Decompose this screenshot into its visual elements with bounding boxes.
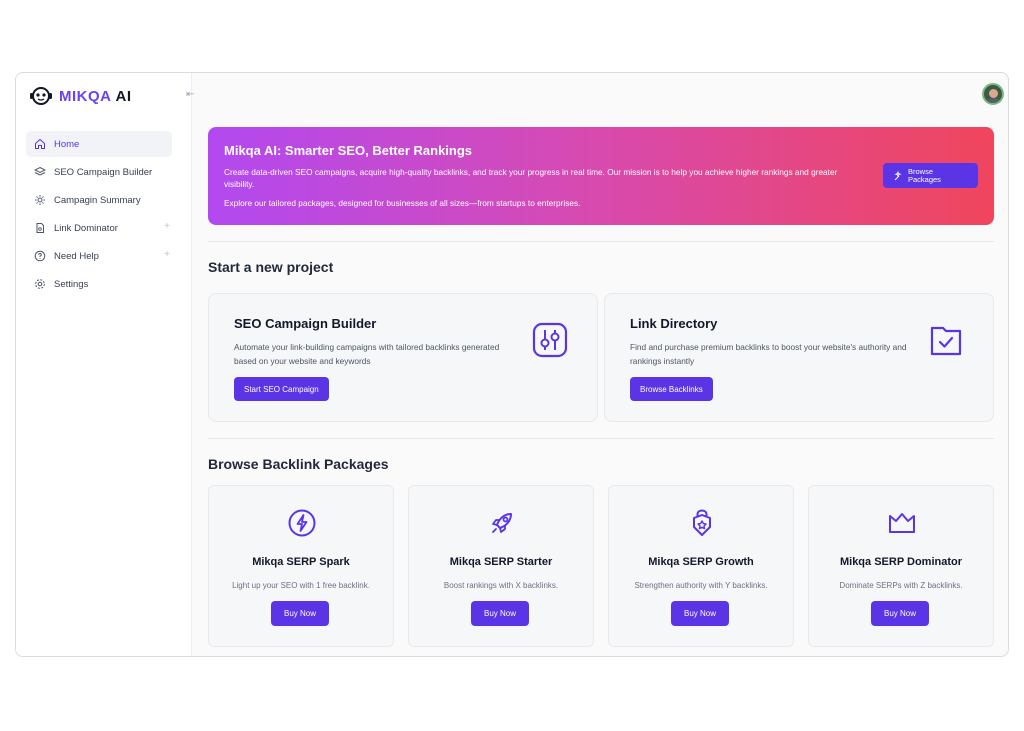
button-line-2: Packages — [908, 174, 941, 184]
package-description: Dominate SERPs with Z backlinks. — [839, 581, 963, 590]
crown-icon — [889, 513, 915, 533]
hero-subtext: Explore our tailored packages, designed … — [224, 198, 581, 208]
avatar[interactable] — [982, 83, 1004, 105]
sidebar-item-label: Need Help — [54, 250, 99, 262]
settings-gear-icon — [35, 195, 45, 205]
card-title: Link Directory — [630, 316, 718, 331]
package-name: Mikqa SERP Growth — [648, 556, 754, 568]
rocket-icon — [492, 513, 512, 533]
section-divider — [208, 438, 994, 439]
start-project-title: Start a new project — [208, 259, 334, 275]
browse-backlinks-button[interactable]: Browse Backlinks — [630, 377, 713, 401]
package-description: Light up your SEO with 1 free backlink. — [232, 581, 370, 590]
sidebar-item-label: SEO Campaign Builder — [54, 166, 153, 178]
app-window: MIKQA AI Home SEO Campaign Builder Campag… — [15, 72, 1009, 657]
section-divider — [208, 241, 994, 242]
sidebar-item-label: Campagin Summary — [54, 194, 141, 206]
sidebar: MIKQA AI Home SEO Campaign Builder Campag… — [16, 73, 192, 656]
home-icon — [35, 138, 45, 149]
gear-icon — [35, 279, 45, 289]
bolt-icon — [288, 509, 316, 537]
seo-campaign-builder-card: SEO Campaign Builder Automate your link-… — [208, 293, 598, 422]
expand-icon[interactable]: + — [164, 249, 170, 260]
sidebar-item-settings[interactable]: Settings — [26, 271, 172, 297]
brand-name: MIKQA — [59, 87, 112, 105]
robot-logo-icon — [30, 87, 52, 105]
sidebar-item-label: Settings — [54, 278, 89, 290]
help-icon — [34, 250, 46, 262]
sidebar-item-label: Home — [54, 138, 80, 150]
sparkle-icon — [894, 170, 902, 180]
sidebar-item-campaign-summary[interactable]: Campagin Summary — [26, 187, 172, 213]
package-description: Strengthen authority with Y backlinks. — [634, 581, 768, 590]
sidebar-item-seo-campaign-builder[interactable]: SEO Campaign Builder — [26, 159, 172, 185]
document-icon — [36, 223, 44, 233]
package-name: Mikqa SERP Starter — [449, 556, 553, 568]
sliders-icon — [532, 322, 568, 358]
browse-packages-label: Browse Packages — [908, 167, 941, 184]
start-seo-campaign-button[interactable]: Start SEO Campaign — [234, 377, 329, 401]
topbar — [192, 73, 1008, 117]
package-card-dominator: Mikqa SERP Dominator Dominate SERPs with… — [808, 485, 994, 647]
layers-icon — [34, 166, 46, 176]
buy-now-button[interactable]: Buy Now — [471, 601, 529, 626]
card-description: Automate your link-building campaigns wi… — [234, 342, 500, 366]
sidebar-nav: Home SEO Campaign Builder Campagin Summa… — [26, 131, 172, 299]
sidebar-item-need-help[interactable]: Need Help + — [26, 243, 172, 269]
buy-now-button[interactable]: Buy Now — [671, 601, 729, 626]
card-title: SEO Campaign Builder — [234, 316, 377, 331]
package-card-growth: Mikqa SERP Growth Strengthen authority w… — [608, 485, 794, 647]
sidebar-item-link-dominator[interactable]: Link Dominator + — [26, 215, 172, 241]
sidebar-item-home[interactable]: Home — [26, 131, 172, 157]
hero-title: Mikqa AI: Smarter SEO, Better Rankings — [224, 143, 473, 158]
brand-suffix: AI — [115, 87, 132, 105]
logo-text: MIKQA AI — [59, 88, 132, 105]
link-directory-card: Link Directory Find and purchase premium… — [604, 293, 994, 422]
folder-check-icon — [930, 326, 962, 356]
package-name: Mikqa SERP Dominator — [839, 556, 963, 568]
lock-badge-icon — [693, 509, 711, 536]
browse-packages-button[interactable]: Browse Packages — [883, 163, 978, 188]
buy-now-button[interactable]: Buy Now — [871, 601, 929, 626]
package-description: Boost rankings with X backlinks. — [443, 581, 559, 590]
expand-icon[interactable]: + — [164, 221, 170, 232]
sidebar-item-label: Link Dominator — [54, 222, 118, 234]
hero-description: Create data-driven SEO campaigns, acquir… — [224, 167, 838, 189]
package-card-spark: Mikqa SERP Spark Light up your SEO with … — [208, 485, 394, 647]
logo[interactable]: MIKQA AI — [29, 85, 132, 107]
packages-title: Browse Backlink Packages — [208, 456, 389, 472]
package-card-starter: Mikqa SERP Starter Boost rankings with X… — [408, 485, 594, 647]
hero-banner: Mikqa AI: Smarter SEO, Better Rankings C… — [208, 127, 994, 225]
card-description: Find and purchase premium backlinks to b… — [630, 342, 907, 366]
buy-now-button[interactable]: Buy Now — [271, 601, 329, 626]
package-name: Mikqa SERP Spark — [252, 556, 350, 568]
